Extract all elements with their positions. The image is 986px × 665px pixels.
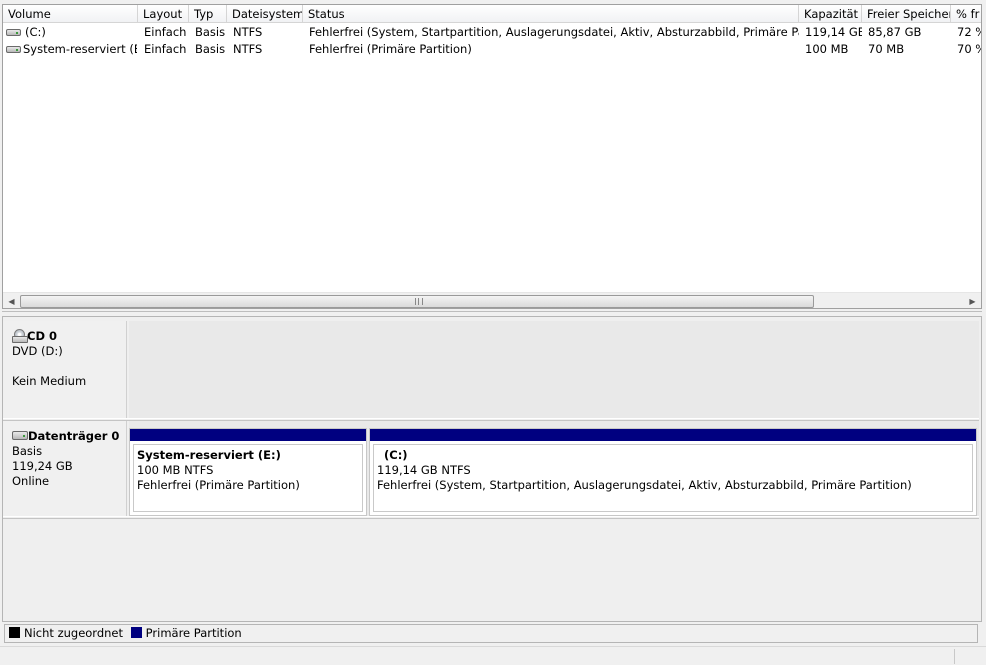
disk-online-status: Online	[12, 474, 50, 488]
partition-c[interactable]: (C:) 119,14 GB NTFS Fehlerfrei (System, …	[369, 428, 977, 516]
disk-size: 119,24 GB	[12, 459, 73, 473]
disk-area-disk0: System-reserviert (E:) 100 MB NTFS Fehle…	[129, 421, 979, 517]
scrollbar-grip-icon	[415, 298, 423, 305]
graphical-disk-view: CD 0 DVD (D:) Kein Medium Datenträger 0 …	[2, 316, 982, 622]
legend-label: Nicht zugeordnet	[24, 626, 124, 640]
column-dateisystem[interactable]: Dateisystem	[227, 5, 303, 23]
hard-disk-icon	[12, 431, 28, 440]
cell-kapazitaet: 100 MB	[805, 42, 849, 56]
cell-status: Fehlerfrei (System, Startpartition, Ausl…	[309, 25, 799, 39]
cell-layout: Einfach	[144, 42, 187, 56]
cell-status: Fehlerfrei (Primäre Partition)	[309, 42, 472, 56]
column-typ[interactable]: Typ	[189, 5, 227, 23]
column-prozent-frei[interactable]: % fr	[951, 5, 981, 23]
disk-title: Datenträger 0	[28, 429, 120, 443]
cell-typ: Basis	[195, 42, 226, 56]
scrollbar-thumb[interactable]	[20, 295, 814, 308]
partition-system-reserved[interactable]: System-reserviert (E:) 100 MB NTFS Fehle…	[129, 428, 367, 516]
disk-row-disk0[interactable]: Datenträger 0 Basis 119,24 GB Online Sys…	[3, 421, 979, 517]
legend: Nicht zugeordnet Primäre Partition	[4, 624, 978, 643]
column-layout[interactable]: Layout	[138, 5, 189, 23]
cell-layout: Einfach	[144, 25, 187, 39]
cell-typ: Basis	[195, 25, 226, 39]
drive-icon	[6, 29, 21, 36]
table-row[interactable]: System-reserviert (E:) Einfach Basis NTF…	[3, 41, 981, 58]
disk-drive-letter: DVD (D:)	[12, 344, 63, 358]
drive-icon	[6, 46, 21, 53]
table-row[interactable]: (C:) Einfach Basis NTFS Fehlerfrei (Syst…	[3, 24, 981, 41]
disk-type: Basis	[12, 444, 43, 458]
volume-list: Volume Layout Typ Dateisystem Status Kap…	[2, 4, 982, 309]
disk-label-cd0[interactable]: CD 0 DVD (D:) Kein Medium	[3, 321, 127, 419]
partition-name: System-reserviert (E:)	[137, 448, 281, 462]
cell-freier-speicher: 85,87 GB	[868, 25, 922, 39]
partition-details: (C:) 119,14 GB NTFS Fehlerfrei (System, …	[373, 444, 973, 512]
cell-prozent-frei: 70 %	[957, 42, 981, 56]
cd-drive-icon	[12, 329, 28, 343]
disk-area-cd0	[129, 321, 979, 419]
cell-kapazitaet: 119,14 GB	[805, 25, 862, 39]
cell-prozent-frei: 72 %	[957, 25, 981, 39]
cell-dateisystem: NTFS	[233, 42, 263, 56]
partition-status: Fehlerfrei (System, Startpartition, Ausl…	[377, 478, 912, 492]
partition-size: 100 MB NTFS	[137, 463, 214, 477]
primary-partition-swatch-icon	[130, 627, 142, 638]
disk-media-status: Kein Medium	[12, 374, 87, 388]
partition-size: 119,14 GB NTFS	[377, 463, 471, 477]
cell-volume: System-reserviert (E:)	[23, 42, 137, 56]
legend-label: Primäre Partition	[145, 626, 242, 640]
scroll-right-arrow-icon[interactable]: ▶	[964, 293, 981, 308]
column-kapazitaet[interactable]: Kapazität	[799, 5, 862, 23]
disk-title: CD 0	[27, 329, 57, 343]
legend-item-primary: Primäre Partition	[130, 625, 242, 642]
unallocated-swatch-icon	[9, 627, 20, 638]
partition-bar	[370, 429, 976, 441]
cell-freier-speicher: 70 MB	[868, 42, 905, 56]
column-freier-speicher[interactable]: Freier Speicher	[862, 5, 951, 23]
cell-dateisystem: NTFS	[233, 25, 263, 39]
disk-row-cd0[interactable]: CD 0 DVD (D:) Kein Medium	[3, 321, 979, 419]
disk-management-window: Volume Layout Typ Dateisystem Status Kap…	[0, 0, 986, 665]
partition-name: (C:)	[384, 448, 408, 462]
status-bar	[0, 646, 986, 665]
partition-bar	[130, 429, 366, 441]
legend-item-unallocated: Nicht zugeordnet	[9, 625, 123, 642]
status-divider	[954, 649, 955, 664]
partition-status: Fehlerfrei (Primäre Partition)	[137, 478, 300, 492]
disk-label-disk0[interactable]: Datenträger 0 Basis 119,24 GB Online	[3, 421, 127, 517]
partition-details: System-reserviert (E:) 100 MB NTFS Fehle…	[133, 444, 363, 512]
pane-splitter[interactable]	[2, 311, 982, 314]
column-status[interactable]: Status	[303, 5, 799, 23]
column-header: Volume Layout Typ Dateisystem Status Kap…	[3, 5, 981, 23]
horizontal-scrollbar[interactable]: ◀ ▶	[3, 292, 981, 308]
row-divider	[3, 516, 979, 519]
scroll-left-arrow-icon[interactable]: ◀	[3, 293, 20, 308]
cell-volume: (C:)	[25, 25, 46, 39]
column-volume[interactable]: Volume	[3, 5, 138, 23]
